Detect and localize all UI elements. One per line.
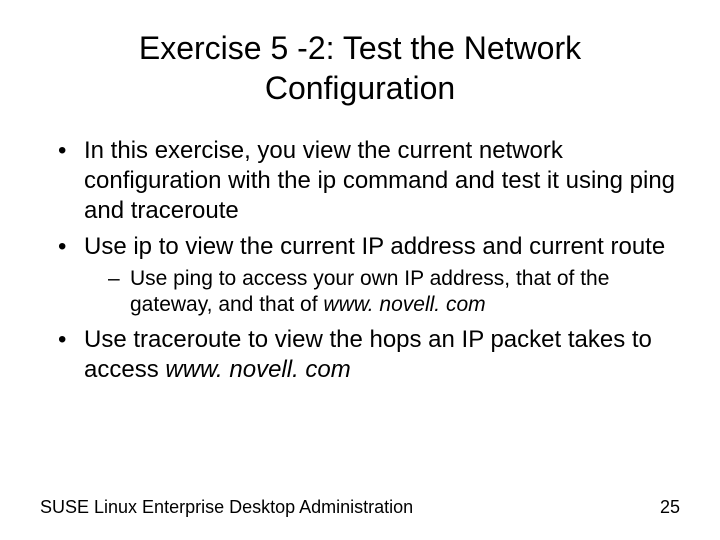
bullet-item: In this exercise, you view the current n…	[50, 136, 680, 226]
bullet-item: Use traceroute to view the hops an IP pa…	[50, 325, 680, 385]
bullet-list: In this exercise, you view the current n…	[50, 136, 680, 385]
footer: SUSE Linux Enterprise Desktop Administra…	[40, 497, 680, 518]
sub-bullet-list: Use ping to access your own IP address, …	[104, 266, 680, 319]
bullet-text: Use ip to view the current IP address an…	[84, 233, 665, 260]
bullet-item: Use ip to view the current IP address an…	[50, 232, 680, 319]
footer-page-number: 25	[660, 497, 680, 518]
slide: Exercise 5 -2: Test the Network Configur…	[0, 0, 720, 540]
bullet-text: In this exercise, you view the current n…	[84, 137, 675, 224]
bullet-italic: www. novell. com	[165, 356, 350, 383]
page-title: Exercise 5 -2: Test the Network Configur…	[40, 28, 680, 108]
footer-left: SUSE Linux Enterprise Desktop Administra…	[40, 497, 413, 518]
sub-bullet-italic: www. novell. com	[323, 293, 485, 316]
sub-bullet-item: Use ping to access your own IP address, …	[104, 266, 680, 319]
